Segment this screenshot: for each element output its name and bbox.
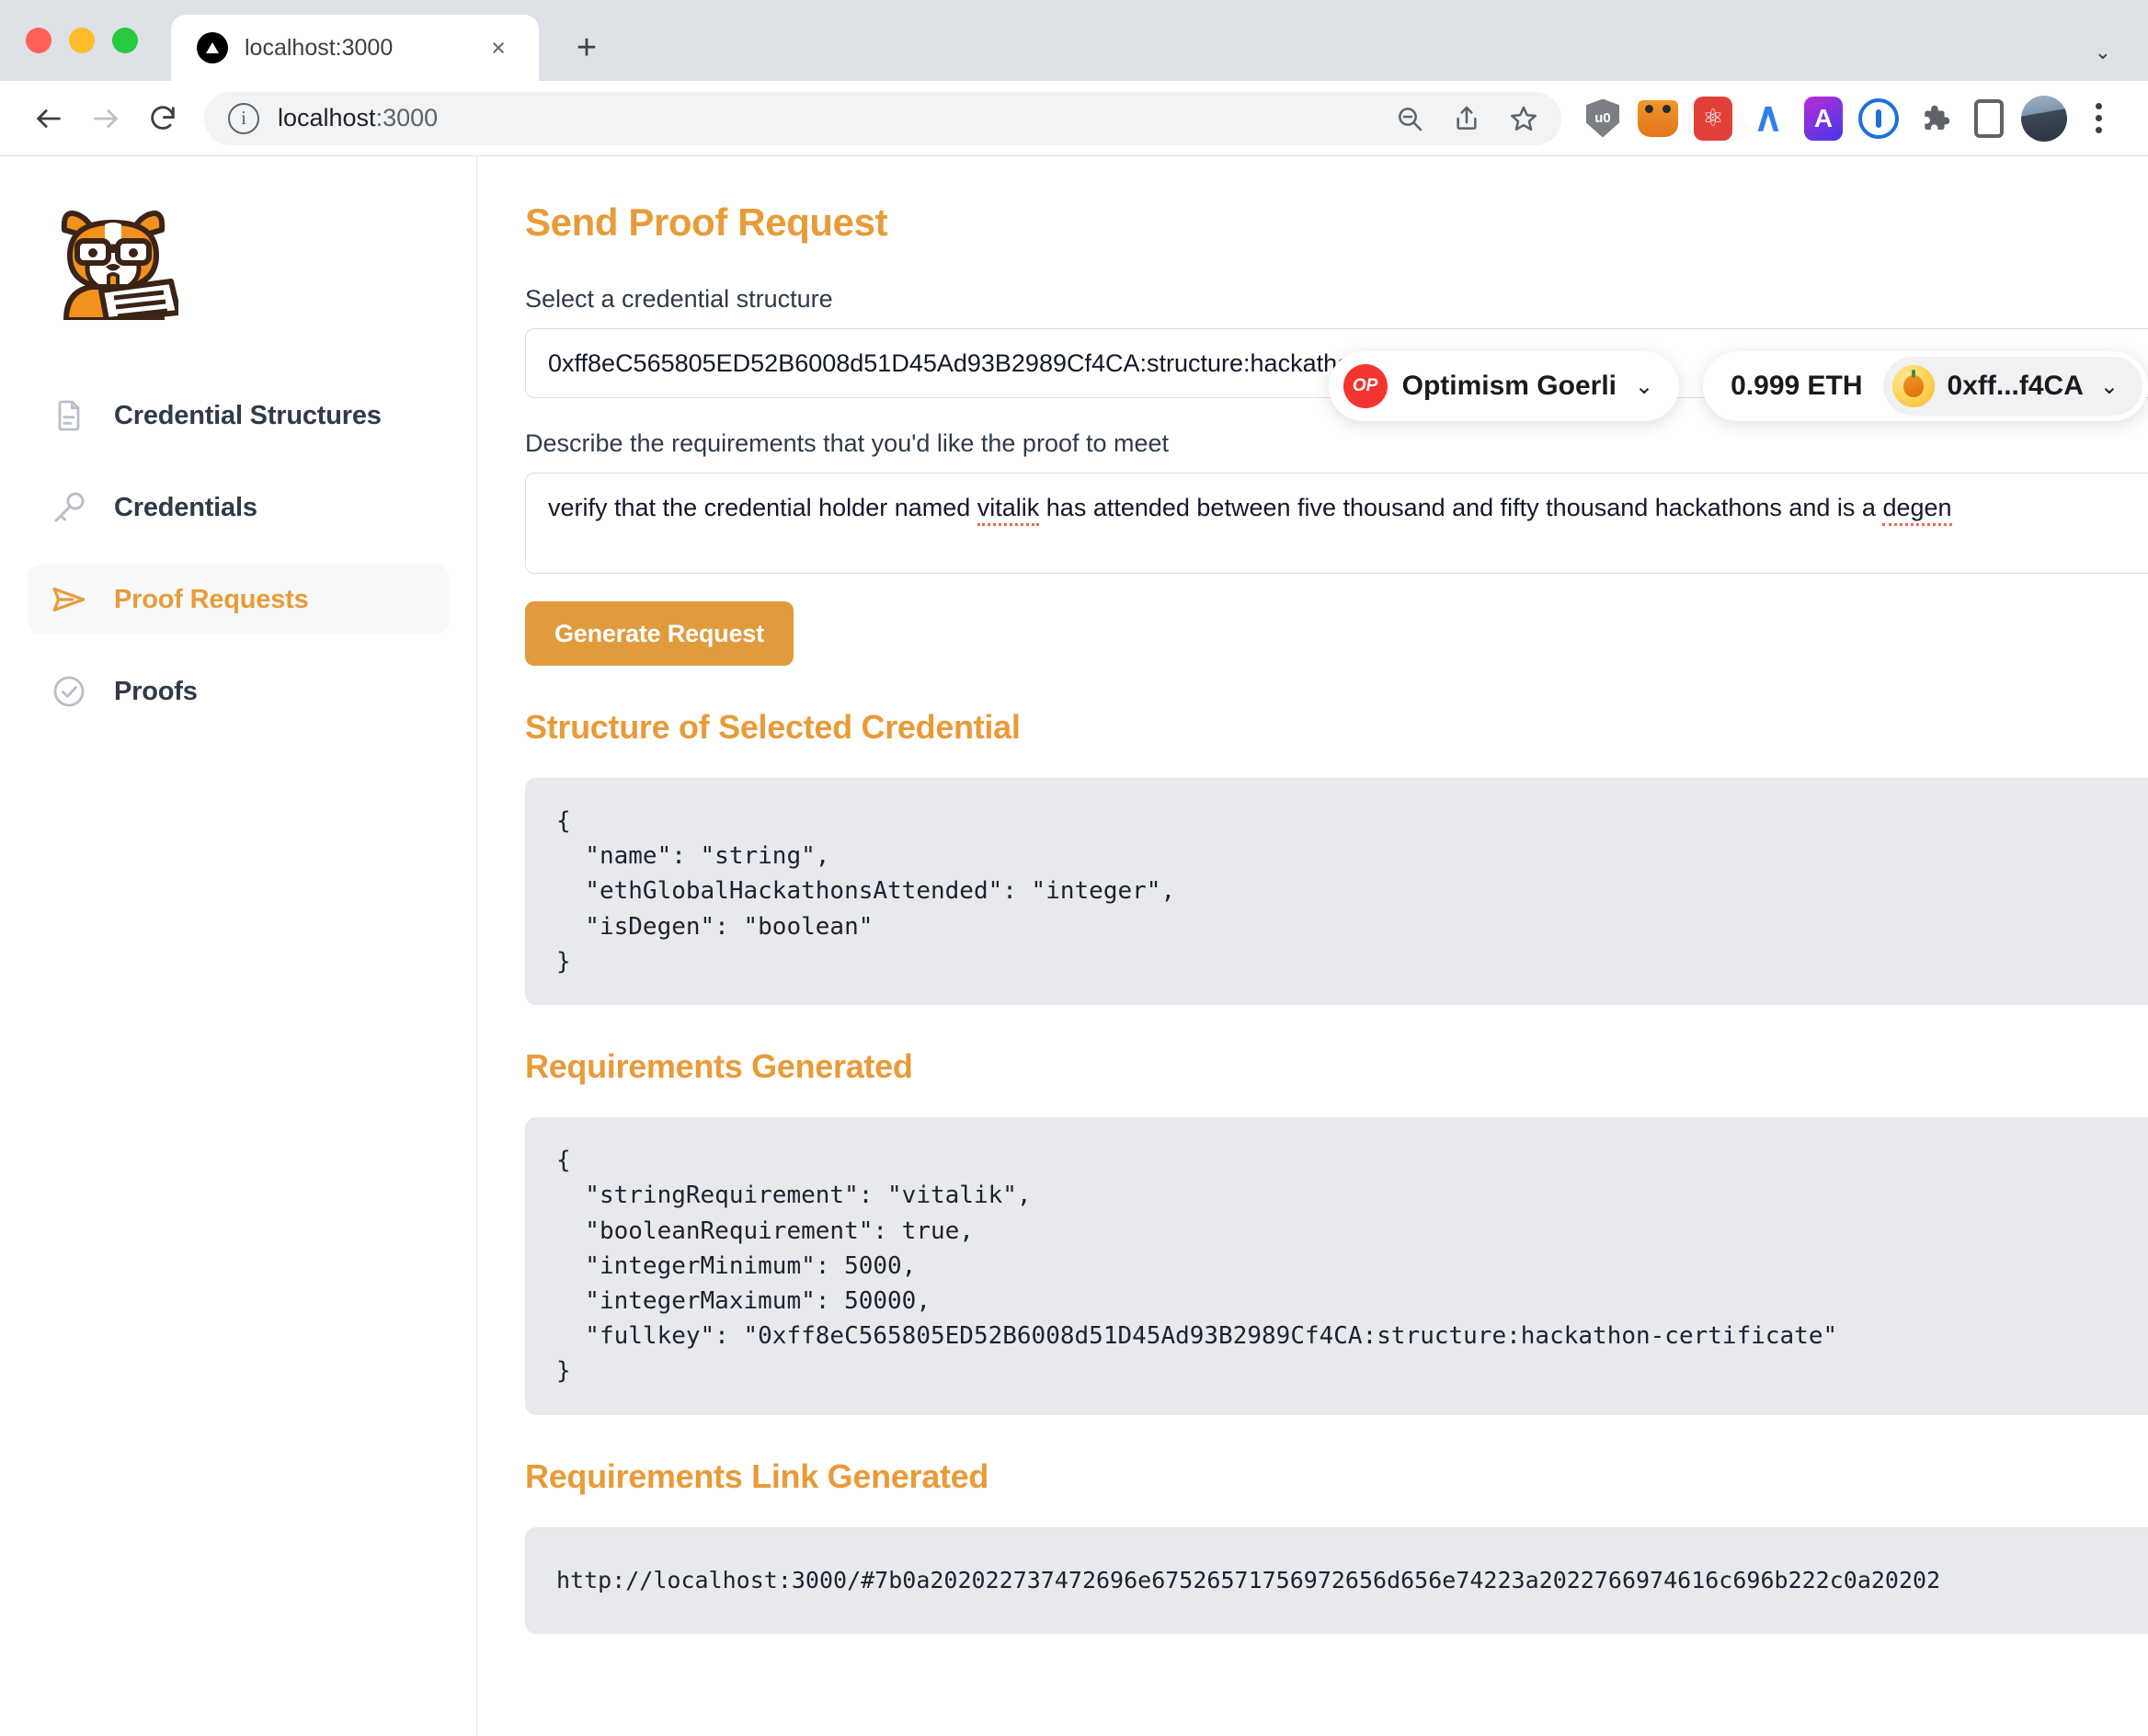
url-port: :3000 [375,104,439,131]
arc-icon[interactable]: ∧ [1743,94,1793,143]
side-panel-icon[interactable] [1964,94,2014,143]
maximize-window-button[interactable] [112,28,138,53]
new-tab-button[interactable]: + [559,20,614,75]
link-section-title: Requirements Link Generated [525,1456,989,1495]
ublock-shield-glyph: u0 [1586,98,1619,138]
network-selector[interactable]: OP Optimism Goerli ⌄ [1328,351,1680,421]
browser-toolbar: i localhost:3000 u0 ⚛ ∧ A [0,81,2148,156]
omnibox-actions [1385,94,1548,143]
extensions-puzzle-icon[interactable] [1909,94,1959,143]
sidebar-item-proofs[interactable]: Proofs [28,657,449,726]
requirements-generated-code: { "stringRequirement": "vitalik", "boole… [525,1117,2148,1415]
url-host: localhost [278,104,376,131]
metamask-icon[interactable] [1633,94,1683,143]
network-label: Optimism Goerli [1401,371,1617,401]
close-icon[interactable]: × [480,29,517,66]
header-widgets: OP Optimism Goerli ⌄ 0.999 ETH 0xff...f4… [1328,351,2148,421]
credential-structure-code: { "name": "string", "ethGlobalHackathons… [525,778,2148,1006]
main-content: OP Optimism Goerli ⌄ 0.999 ETH 0xff...f4… [477,156,2148,1736]
requirements-text-middle: has attended between five thousand and f… [1039,494,1883,521]
wallet-address-chip[interactable]: 0xff...f4CA ⌄ [1882,357,2142,416]
sidebar-item-label: Proofs [114,676,198,706]
tab-strip: localhost:3000 × + ⌄ [0,0,2148,81]
close-window-button[interactable] [26,28,51,53]
metamask-fox-glyph [1638,99,1678,137]
paper-plane-icon [50,580,88,619]
rainbow-glyph: ⚛ [1694,96,1732,141]
requirements-link[interactable]: http://localhost:3000/#7b0a2020227374726… [525,1526,2148,1635]
key-icon [50,488,88,527]
page-title: Send Proof Request [525,200,888,244]
side-panel-glyph [1974,98,2004,138]
ublock-origin-icon[interactable]: u0 [1578,94,1628,143]
wallet-address: 0xff...f4CA [1947,371,2084,401]
back-icon[interactable] [20,90,77,147]
browser-chrome: localhost:3000 × + ⌄ i localhost:3000 u0… [0,0,2148,156]
rainbow-wallet-icon[interactable]: ⚛ [1688,94,1738,143]
sidebar: Credential Structures Credentials Proof … [0,156,477,1736]
requirements-text-degen: degen [1882,494,1952,526]
triangle-badge-icon [197,32,228,63]
alby-glyph: A [1804,96,1843,141]
extension-toolbar: u0 ⚛ ∧ A [1578,94,2122,143]
avatar [2021,95,2067,142]
window-traffic-lights [26,0,171,81]
structure-section-title: Structure of Selected Credential [525,708,1021,746]
profile-avatar[interactable] [2019,94,2069,143]
bookmark-star-icon[interactable] [1499,94,1548,143]
tab-title: localhost:3000 [245,34,394,61]
wallet-balance: 0.999 ETH [1731,371,1863,401]
generate-request-button[interactable]: Generate Request [525,601,794,666]
minimize-window-button[interactable] [69,28,95,53]
sidebar-item-credentials[interactable]: Credentials [28,473,449,542]
document-icon [50,396,88,435]
ring-glyph [1858,97,1899,139]
chevron-down-icon[interactable]: ⌄ [1635,373,1653,400]
sidebar-item-label: Proof Requests [114,584,309,614]
sidebar-item-label: Credential Structures [114,400,382,430]
site-info-icon[interactable]: i [228,102,259,134]
corgi-reading-newspaper-logo [48,202,181,323]
share-icon[interactable] [1442,94,1491,143]
sidebar-item-credential-structures[interactable]: Credential Structures [28,381,449,451]
requirements-text-name: vitalik [977,494,1040,526]
chrome-menu-icon[interactable] [2074,95,2122,143]
forward-icon [77,90,134,147]
optimism-badge-icon: OP [1342,364,1388,408]
browser-tab[interactable]: localhost:3000 × [171,15,539,81]
check-circle-icon [50,672,88,711]
requirements-input-label: Describe the requirements that you'd lik… [525,429,1170,457]
wallet-widget[interactable]: 0.999 ETH 0xff...f4CA ⌄ [1703,351,2148,421]
alby-icon[interactable]: A [1799,94,1848,143]
requirements-section-title: Requirements Generated [525,1047,913,1086]
sidebar-item-proof-requests[interactable]: Proof Requests [28,565,449,634]
zoom-out-icon[interactable] [1385,94,1434,143]
reload-icon[interactable] [134,90,191,147]
sidebar-item-label: Credentials [114,492,257,522]
chevron-down-icon[interactable]: ⌄ [2100,373,2119,400]
requirements-textarea[interactable]: verify that the credential holder named … [525,473,2148,574]
peach-avatar-icon [1891,365,1935,407]
requirements-text-before: verify that the credential holder named [548,494,977,521]
arc-glyph: ∧ [1753,95,1784,141]
app-root: Credential Structures Credentials Proof … [0,156,2148,1736]
address-bar-url: localhost:3000 [278,104,438,132]
ring-extension-icon[interactable] [1854,94,1903,143]
sidebar-nav: Credential Structures Credentials Proof … [28,381,449,726]
chevron-down-icon[interactable]: ⌄ [2095,40,2111,64]
address-bar[interactable]: i localhost:3000 [204,91,1561,145]
credential-select-label: Select a credential structure [525,285,833,313]
